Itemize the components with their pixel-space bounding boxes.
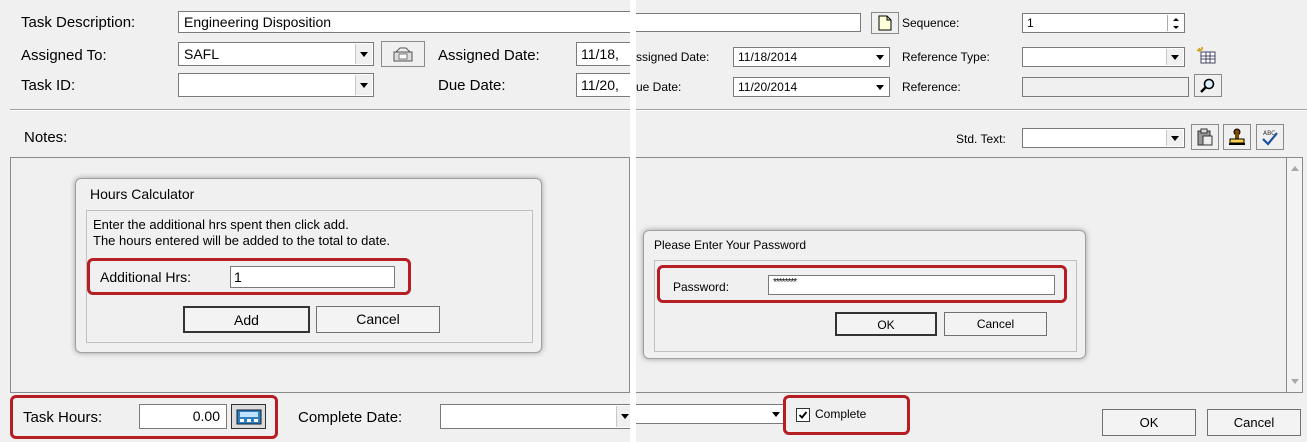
hours-calculator-body: Enter the additional hrs spent then clic… xyxy=(86,210,533,343)
chevron-down-icon[interactable] xyxy=(871,79,888,95)
task-hours-value: 0.00 xyxy=(192,408,220,424)
due-date-label-right: ue Date: xyxy=(636,80,682,94)
instructions-line-1: Enter the additional hrs spent then clic… xyxy=(93,217,349,232)
add-button[interactable]: Add xyxy=(183,306,310,333)
stepper-buttons[interactable] xyxy=(1167,15,1183,31)
ok-button-main[interactable]: OK xyxy=(1102,409,1196,436)
sequence-value: 1 xyxy=(1027,16,1034,30)
due-date-value: 11/20, xyxy=(581,77,619,93)
reference-field[interactable] xyxy=(1022,77,1189,97)
additional-hrs-value: 1 xyxy=(234,269,242,285)
reference-type-label: Reference Type: xyxy=(902,50,990,64)
ok-button[interactable]: OK xyxy=(835,312,937,336)
std-text-dropdown[interactable] xyxy=(1022,128,1185,148)
left-panel: Task Description: Engineering Dispositio… xyxy=(0,0,630,442)
chevron-down-icon[interactable] xyxy=(616,406,630,427)
password-dialog-title: Please Enter Your Password xyxy=(654,238,807,252)
task-id-dropdown[interactable] xyxy=(178,73,374,97)
reference-type-dropdown[interactable] xyxy=(1022,47,1185,67)
assigned-to-label: Assigned To: xyxy=(21,47,107,64)
assigned-date-field[interactable]: 11/18, xyxy=(576,42,630,66)
chevron-down-icon[interactable] xyxy=(767,406,784,422)
sequence-label: Sequence: xyxy=(902,16,960,30)
description-overflow-field[interactable] xyxy=(636,13,861,32)
password-dialog: Please Enter Your Password Password: ***… xyxy=(643,230,1086,359)
password-value: ******** xyxy=(773,277,797,288)
divider-right xyxy=(636,109,1307,111)
task-hours-field: 0.00 xyxy=(139,404,227,429)
due-date-value-right: 11/20/2014 xyxy=(738,80,798,94)
task-id-label: Task ID: xyxy=(21,77,76,94)
additional-hrs-input[interactable]: 1 xyxy=(230,266,395,288)
task-description-input[interactable]: Engineering Disposition xyxy=(178,11,630,33)
complete-checkbox[interactable] xyxy=(796,408,810,422)
phone-icon[interactable] xyxy=(381,41,425,67)
password-input[interactable]: ******** xyxy=(768,275,1055,295)
checkmark-icon xyxy=(798,411,808,419)
divider xyxy=(10,109,630,111)
chevron-down-icon[interactable] xyxy=(355,44,372,64)
stepper-down-icon[interactable] xyxy=(1172,25,1179,29)
chevron-down-icon[interactable] xyxy=(871,49,888,65)
hours-calculator-title: Hours Calculator xyxy=(90,186,195,202)
calculator-icon[interactable] xyxy=(231,404,266,429)
std-text-label: Std. Text: xyxy=(956,132,1006,146)
due-date-field[interactable]: 11/20, xyxy=(576,73,630,97)
complete-checkbox-label: Complete xyxy=(815,407,867,421)
task-description-label: Task Description: xyxy=(21,14,136,31)
complete-date-dropdown[interactable] xyxy=(440,404,630,429)
chevron-down-icon[interactable] xyxy=(1166,49,1183,65)
assigned-date-label-right: ssigned Date: xyxy=(636,50,710,64)
cancel-button[interactable]: Cancel xyxy=(316,306,440,333)
complete-date-dropdown-right[interactable] xyxy=(636,404,786,424)
additional-hrs-label: Additional Hrs: xyxy=(100,269,192,285)
hours-calculator-dialog: Hours Calculator Enter the additional hr… xyxy=(75,178,542,353)
password-dialog-body: Password: ******** OK Cancel xyxy=(654,260,1077,352)
scroll-down-icon[interactable] xyxy=(1291,379,1299,384)
cancel-button-main[interactable]: Cancel xyxy=(1207,409,1301,436)
password-label: Password: xyxy=(673,280,730,294)
assigned-date-dropdown[interactable]: 11/18/2014 xyxy=(733,47,890,67)
stepper-up-icon[interactable] xyxy=(1172,17,1179,21)
due-date-label: Due Date: xyxy=(438,77,506,94)
calendar-table-icon[interactable] xyxy=(1196,45,1218,67)
chevron-down-icon[interactable] xyxy=(1166,130,1183,146)
assigned-date-label: Assigned Date: xyxy=(438,47,540,64)
reference-label: Reference: xyxy=(902,80,961,94)
notes-scrollbar[interactable] xyxy=(1286,157,1303,393)
stamp-icon[interactable] xyxy=(1223,124,1251,150)
due-date-dropdown[interactable]: 11/20/2014 xyxy=(733,77,890,97)
assigned-to-dropdown[interactable]: SAFL xyxy=(178,42,374,66)
search-icon[interactable] xyxy=(1194,74,1222,97)
complete-date-label: Complete Date: xyxy=(298,409,403,426)
document-icon[interactable] xyxy=(871,12,899,34)
scroll-up-icon[interactable] xyxy=(1291,166,1299,171)
task-hours-label: Task Hours: xyxy=(23,409,103,426)
task-description-value: Engineering Disposition xyxy=(184,14,332,30)
sequence-stepper[interactable]: 1 xyxy=(1022,13,1185,33)
clipboard-icon[interactable] xyxy=(1191,124,1219,150)
right-panel: Sequence: 1 ssigned Date: 11/18/2014 Ref… xyxy=(636,0,1307,442)
assigned-date-value: 11/18, xyxy=(581,46,619,62)
assigned-date-value-right: 11/18/2014 xyxy=(738,50,798,64)
notes-label: Notes: xyxy=(24,129,68,146)
instructions-line-2: The hours entered will be added to the t… xyxy=(93,233,391,248)
assigned-to-value: SAFL xyxy=(184,46,220,62)
cancel-button[interactable]: Cancel xyxy=(944,312,1047,336)
spellcheck-icon[interactable]: ABC xyxy=(1256,124,1284,150)
chevron-down-icon[interactable] xyxy=(355,75,372,95)
